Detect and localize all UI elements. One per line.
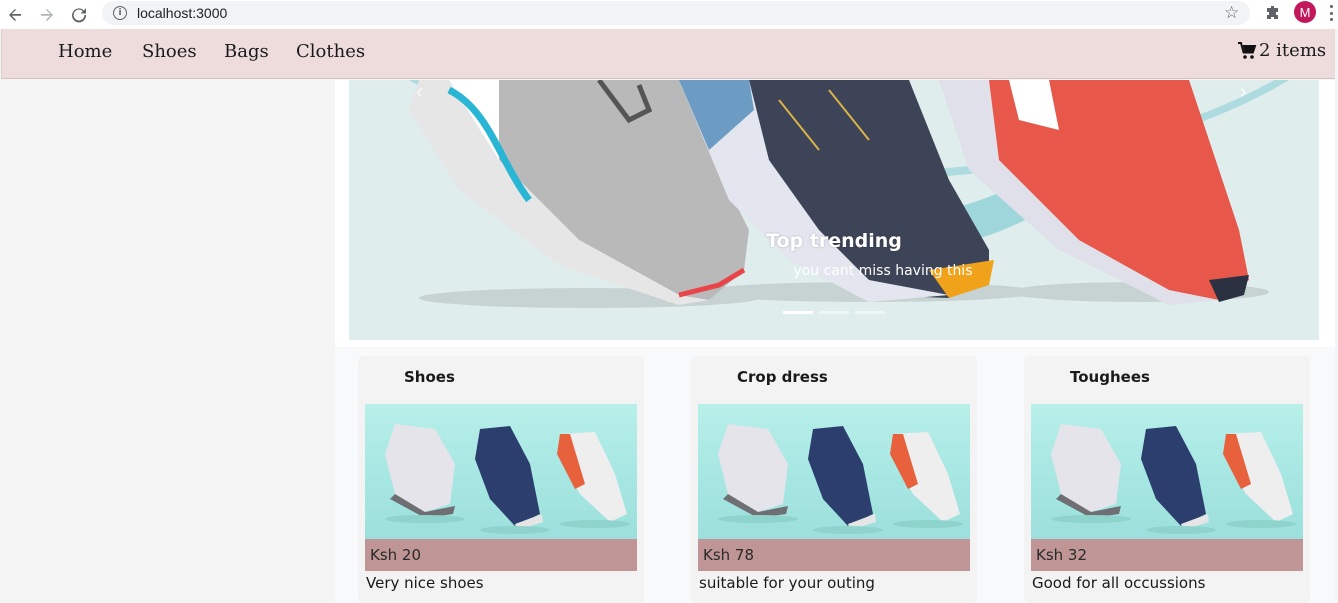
- nav-link-shoes[interactable]: Shoes: [142, 41, 197, 62]
- product-description: suitable for your outing: [699, 574, 875, 592]
- cart-count: 2 items: [1259, 40, 1327, 61]
- carousel-next-icon[interactable]: ›: [1239, 80, 1248, 105]
- product-price: Ksh 78: [703, 546, 755, 564]
- address-bar[interactable]: i localhost:3000: [102, 1, 1250, 25]
- profile-avatar[interactable]: M: [1294, 1, 1316, 23]
- carousel-caption-subtitle: you cant miss having this: [793, 263, 973, 279]
- hero-shoes-image: [409, 80, 1269, 308]
- carousel-indicator-3[interactable]: [855, 311, 885, 314]
- left-sidebar: [0, 80, 335, 603]
- forward-icon[interactable]: [36, 4, 58, 26]
- bookmark-star-icon[interactable]: ☆: [1224, 3, 1239, 23]
- back-icon[interactable]: [4, 4, 26, 26]
- nav-link-home[interactable]: Home: [58, 41, 112, 62]
- reload-icon[interactable]: [68, 4, 90, 26]
- product-image: [1031, 404, 1303, 539]
- cart-button[interactable]: 2 items: [1237, 40, 1326, 61]
- browser-menu-icon[interactable]: [1330, 5, 1334, 21]
- product-image: [698, 404, 970, 539]
- nav-link-bags[interactable]: Bags: [224, 41, 269, 62]
- extensions-icon[interactable]: [1264, 4, 1282, 22]
- product-title: Crop dress: [737, 368, 828, 386]
- product-title: Toughees: [1070, 368, 1150, 386]
- product-price: Ksh 32: [1036, 546, 1088, 564]
- product-title: Shoes: [404, 368, 455, 386]
- product-image: [365, 404, 637, 539]
- hero-carousel[interactable]: ‹ ›: [349, 80, 1319, 340]
- carousel-caption-title: Top trending: [766, 230, 902, 252]
- product-description: Very nice shoes: [366, 574, 484, 592]
- site-navbar: Home Shoes Bags Clothes 2 items: [1, 29, 1335, 79]
- site-info-icon[interactable]: i: [113, 6, 127, 20]
- cart-icon: [1238, 41, 1257, 59]
- carousel-prev-icon[interactable]: ‹: [415, 80, 424, 105]
- product-description: Good for all occussions: [1032, 574, 1206, 592]
- browser-toolbar: i localhost:3000 ☆ M: [0, 0, 1338, 29]
- carousel-indicator-1[interactable]: [783, 311, 813, 314]
- nav-link-clothes[interactable]: Clothes: [296, 41, 365, 62]
- carousel-indicator-2[interactable]: [819, 311, 849, 314]
- url-text: localhost:3000: [137, 5, 228, 21]
- product-price: Ksh 20: [370, 546, 422, 564]
